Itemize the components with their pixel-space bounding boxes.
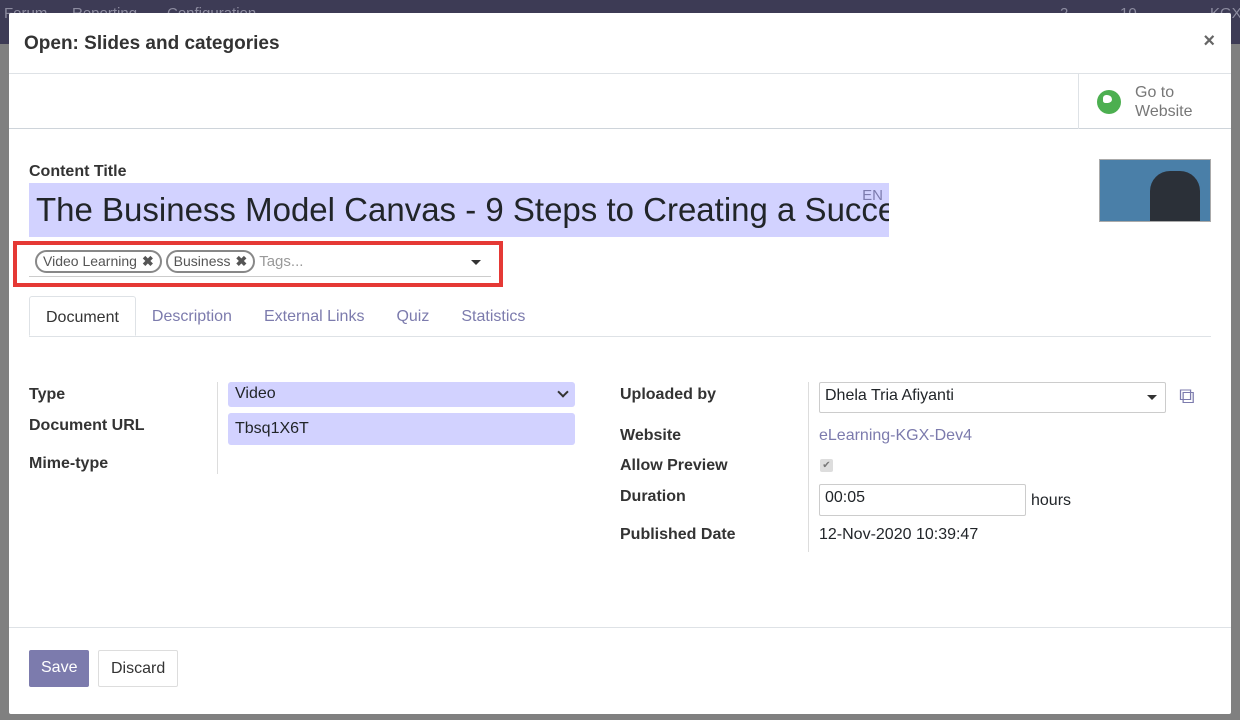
type-select[interactable]: Video xyxy=(228,382,575,407)
dialog: Open: Slides and categories × Go to Websi… xyxy=(9,13,1231,714)
tag-business: Business ✖ xyxy=(165,250,256,273)
allow-preview-checkbox[interactable]: ✔ xyxy=(820,459,833,472)
content-title-label: Content Title xyxy=(29,163,127,180)
website-link[interactable]: eLearning-KGX-Dev4 xyxy=(819,427,972,445)
tab-external-links[interactable]: External Links xyxy=(248,296,381,336)
tags-input[interactable]: Tags... xyxy=(259,253,303,270)
document-url-input[interactable]: Tbsq1X6T xyxy=(228,413,575,445)
type-label: Type xyxy=(29,386,66,403)
duration-label: Duration xyxy=(620,488,686,505)
tags-field[interactable]: Video Learning ✖ Business ✖ Tags... xyxy=(29,247,491,277)
website-label: Website xyxy=(620,427,682,444)
remove-tag-icon[interactable]: ✖ xyxy=(142,253,154,269)
tab-description[interactable]: Description xyxy=(136,296,248,336)
tabs: Document Description External Links Quiz… xyxy=(29,296,1211,337)
tab-statistics[interactable]: Statistics xyxy=(445,296,541,336)
external-link-icon[interactable]: ⧉ xyxy=(1179,383,1195,409)
published-date-value: 12-Nov-2020 10:39:47 xyxy=(819,526,979,543)
go-to-website-button[interactable]: Go to Website xyxy=(1078,74,1231,129)
discard-button[interactable]: Discard xyxy=(98,650,179,687)
language-button[interactable]: EN xyxy=(862,187,883,204)
published-date-label: Published Date xyxy=(620,526,736,543)
document-url-label: Document URL xyxy=(29,417,145,434)
save-button[interactable]: Save xyxy=(29,650,90,687)
tab-quiz[interactable]: Quiz xyxy=(380,296,445,336)
dropdown-caret-icon xyxy=(1147,395,1157,405)
uploaded-by-select[interactable]: Dhela Tria Afiyanti xyxy=(819,382,1166,413)
tag-video-learning: Video Learning ✖ xyxy=(35,250,162,273)
globe-icon xyxy=(1097,89,1121,114)
slide-thumbnail[interactable] xyxy=(1099,159,1211,222)
tab-document[interactable]: Document xyxy=(29,296,136,336)
button-box: Go to Website xyxy=(9,74,1231,129)
content-title-value: The Business Model Canvas - 9 Steps to C… xyxy=(36,191,889,228)
chevron-down-icon xyxy=(557,386,569,398)
go-to-label-2: Website xyxy=(1135,102,1193,120)
dropdown-caret-icon[interactable] xyxy=(471,260,481,270)
go-to-label-1: Go to xyxy=(1135,83,1175,101)
mime-type-label: Mime-type xyxy=(29,455,109,472)
dialog-title: Open: Slides and categories xyxy=(24,33,280,54)
uploaded-by-label: Uploaded by xyxy=(620,386,717,403)
allow-preview-label: Allow Preview xyxy=(620,457,728,474)
duration-input[interactable]: 00:05 xyxy=(819,484,1026,516)
content-title-input[interactable]: The Business Model Canvas - 9 Steps to C… xyxy=(29,183,889,237)
close-button[interactable]: × xyxy=(1203,30,1215,53)
dialog-footer: Save Discard xyxy=(9,627,1231,714)
remove-tag-icon[interactable]: ✖ xyxy=(235,253,247,269)
duration-unit: hours xyxy=(1031,492,1072,509)
